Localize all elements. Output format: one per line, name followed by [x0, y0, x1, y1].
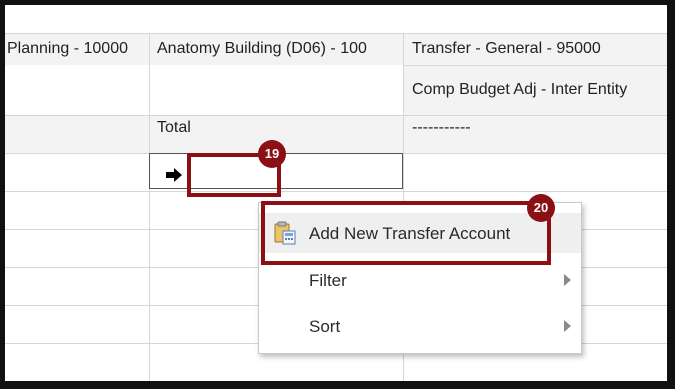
chevron-right-icon [564, 320, 571, 332]
grid-line [5, 381, 675, 382]
menu-item-filter[interactable]: Filter [259, 260, 581, 300]
menu-item-label: Sort [309, 317, 341, 336]
chevron-right-icon [564, 274, 571, 286]
total-dashes: ----------- [412, 119, 471, 136]
column-header-planning[interactable]: Planning - 10000 [7, 40, 128, 58]
grid-line [403, 65, 667, 66]
total-band [5, 115, 667, 153]
annotation-box-20 [261, 201, 551, 265]
total-label: Total [157, 119, 191, 136]
grid-line [5, 115, 667, 116]
grid-line [149, 33, 150, 381]
right-arrow-icon [166, 168, 182, 182]
grid-line [5, 191, 667, 192]
annotation-badge-20: 20 [527, 194, 555, 222]
grid-line [5, 33, 667, 34]
grid-screenshot-frame: Planning - 10000 Anatomy Building (D06) … [0, 0, 675, 389]
column-header-transfer-general[interactable]: Transfer - General - 95000 [412, 40, 601, 58]
menu-item-label: Filter [309, 271, 347, 290]
column-header-anatomy-building[interactable]: Anatomy Building (D06) - 100 [157, 40, 367, 58]
menu-item-sort[interactable]: Sort [259, 306, 581, 346]
annotation-badge-19: 19 [258, 140, 286, 168]
column-header-comp-budget-adj[interactable]: Comp Budget Adj - Inter Entity [412, 81, 627, 99]
